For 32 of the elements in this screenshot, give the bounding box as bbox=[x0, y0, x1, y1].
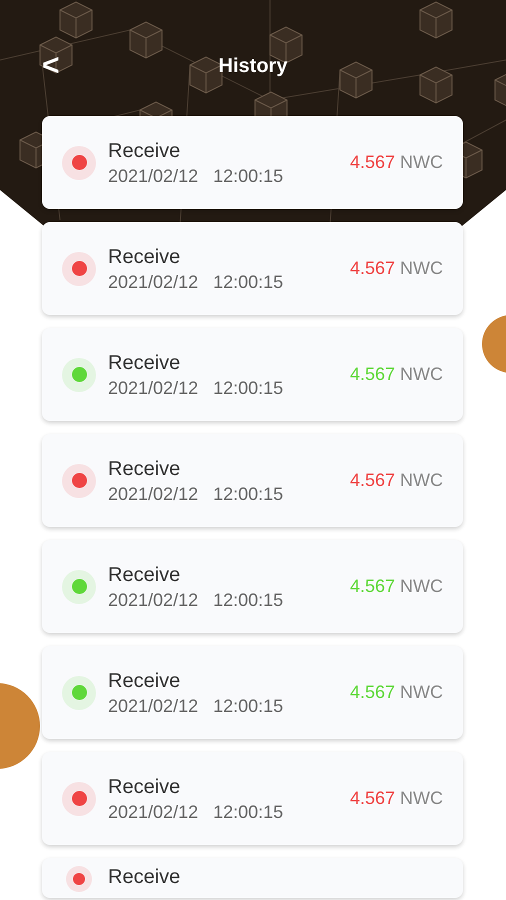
transaction-amount: 4.567 NWC bbox=[350, 151, 443, 174]
transaction-card[interactable]: Receive 2021/02/12 12:00:15 4.567 NWC bbox=[42, 328, 463, 421]
transaction-amount: 4.567 NWC bbox=[350, 257, 443, 280]
transaction-type: Receive bbox=[108, 865, 180, 890]
transaction-datetime: 2021/02/12 12:00:15 bbox=[108, 800, 284, 824]
transaction-type: Receive bbox=[108, 774, 182, 800]
transaction-amount: 4.567 NWC bbox=[350, 681, 443, 704]
transaction-datetime: 2021/02/12 12:00:15 bbox=[108, 588, 284, 612]
transaction-datetime: 2021/02/12 12:00:15 bbox=[108, 164, 284, 188]
transaction-datetime: 2021/02/12 12:00:15 bbox=[108, 482, 284, 506]
transaction-amount: 4.567 NWC bbox=[350, 787, 443, 810]
transaction-amount: 4.567 NWC bbox=[350, 575, 443, 598]
transaction-card[interactable]: Receive 2021/02/12 12:00:15 4.567 NWC bbox=[42, 222, 463, 315]
transaction-amount: 4.567 NWC bbox=[350, 469, 443, 492]
transaction-type: Receive bbox=[108, 350, 182, 376]
transaction-card[interactable]: Receive 2021/02/12 12:00:15 4.567 NWC bbox=[42, 752, 463, 845]
transaction-card[interactable]: Receive 2021/02/12 12:00:15 4.567 NWC bbox=[42, 540, 463, 633]
transaction-card[interactable]: Receive 2021/02/12 12:00:15 4.567 NWC bbox=[42, 646, 463, 739]
transaction-card[interactable]: Receive bbox=[42, 858, 463, 898]
transaction-type: Receive bbox=[108, 668, 182, 694]
transaction-datetime: 2021/02/12 12:00:15 bbox=[108, 270, 284, 294]
transaction-type: Receive bbox=[108, 562, 182, 588]
transaction-datetime: 2021/02/12 12:00:15 bbox=[108, 694, 284, 718]
transaction-amount: 4.567 NWC bbox=[350, 363, 443, 386]
page-title: History bbox=[218, 54, 288, 79]
transaction-card[interactable]: Receive 2021/02/12 12:00:15 4.567 NWC bbox=[42, 116, 463, 209]
transaction-type: Receive bbox=[108, 456, 182, 482]
transaction-datetime: 2021/02/12 12:00:15 bbox=[108, 376, 284, 400]
back-button[interactable]: < bbox=[42, 51, 60, 81]
transaction-card[interactable]: Receive 2021/02/12 12:00:15 4.567 NWC bbox=[42, 434, 463, 527]
transaction-type: Receive bbox=[108, 138, 182, 164]
transaction-type: Receive bbox=[108, 244, 182, 270]
